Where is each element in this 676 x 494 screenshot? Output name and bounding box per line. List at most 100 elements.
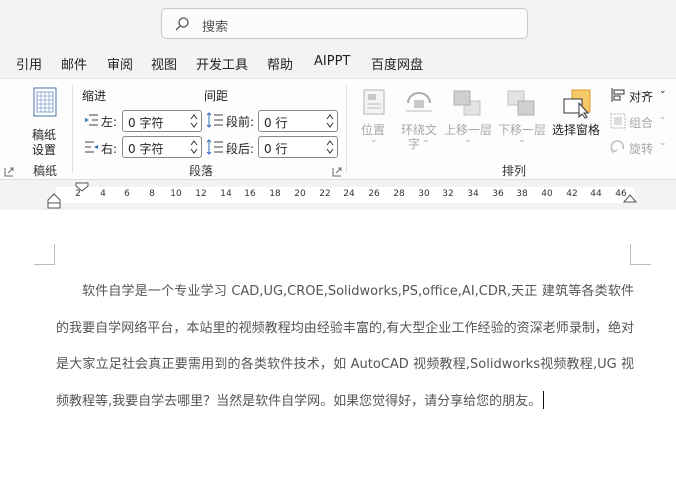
chevron-down-icon: ⌄ — [659, 112, 667, 122]
tab-baidu-netdisk[interactable]: 百度网盘 — [371, 54, 423, 73]
indent-right-icon — [85, 141, 98, 153]
tab-aippt[interactable]: AIPPT — [314, 54, 350, 69]
wrap-text-icon — [406, 92, 432, 112]
paragraph-group-label: 段落 — [189, 164, 214, 178]
horizontal-ruler[interactable]: 2 4 6 8 10 12 14 16 18 20 22 24 26 28 30… — [0, 180, 676, 210]
rotate-label: 旋转 — [629, 142, 654, 156]
ruler-tick: 20 — [294, 189, 306, 199]
group-icon — [610, 113, 626, 129]
document-text: 软件自学是一个专业学习 CAD,UG,CROE,Solidworks,PS,of… — [56, 284, 634, 409]
position-icon — [363, 89, 385, 115]
spacing-after-field[interactable]: 0 行 — [258, 136, 338, 158]
indent-left-icon — [85, 114, 98, 126]
tab-help[interactable]: 帮助 — [267, 54, 293, 73]
group-objects-button[interactable]: 组合 ⌄ — [608, 111, 670, 131]
align-label: 对齐 — [629, 90, 654, 104]
ruler-tick: 6 — [124, 189, 130, 199]
ruler-tick: 8 — [149, 189, 155, 199]
ruler-tick: 26 — [368, 189, 380, 199]
indent-left-value: 0 字符 — [128, 116, 164, 130]
paper-dialog-launcher-icon[interactable] — [4, 167, 14, 177]
ruler-tick: 40 — [541, 189, 553, 199]
indent-right-field[interactable]: 0 字符 — [122, 136, 202, 158]
spinner-arrows-icon[interactable] — [326, 138, 334, 156]
paper-setup-button[interactable]: 稿纸 设置 — [26, 85, 66, 157]
ribbon: 稿纸 设置 稿纸 缩进 间距 左: 0 字符 右: 0 字符 段前: 0 行 段… — [0, 78, 676, 180]
chevron-down-icon: ⌄ — [370, 135, 378, 145]
wrap-text-button[interactable]: 环绕文 字 ⌄ — [398, 87, 440, 151]
tab-references[interactable]: 引用 — [16, 54, 42, 73]
ruler-tick: 42 — [566, 189, 578, 199]
rotate-icon — [610, 140, 625, 153]
ruler-tick: 34 — [467, 189, 479, 199]
bring-forward-icon — [453, 90, 481, 116]
position-button[interactable]: 位置 ⌄ — [358, 87, 392, 149]
ruler-tick: 38 — [516, 189, 528, 199]
ruler-tick: 18 — [269, 189, 281, 199]
ruler-tick: 46 — [615, 189, 627, 199]
spacing-after-icon — [206, 139, 223, 155]
ruler-tick: 14 — [220, 189, 232, 199]
text-caret — [543, 390, 545, 409]
indent-right-value: 0 字符 — [128, 142, 164, 156]
spacing-before-icon — [206, 112, 223, 128]
ruler-tick: 32 — [442, 189, 454, 199]
ruler-tick: 22 — [319, 189, 331, 199]
selection-pane-button[interactable]: 选择窗格 — [550, 87, 604, 139]
spacing-header: 间距 — [204, 89, 229, 103]
wrap-text-label-2: 字 — [408, 137, 421, 151]
ruler-tick: 2 — [75, 189, 81, 199]
bring-forward-button[interactable]: 上移一层 ⌄ — [442, 87, 494, 149]
indent-left-label: 左: — [101, 115, 118, 129]
crop-mark-top-right — [630, 244, 651, 265]
ruler-tick: 12 — [195, 189, 207, 199]
spinner-arrows-icon[interactable] — [190, 138, 198, 156]
left-indent-marker-icon[interactable] — [47, 193, 61, 209]
paper-setup-label-2: 设置 — [32, 143, 57, 157]
document-page[interactable]: 软件自学是一个专业学习 CAD,UG,CROE,Solidworks,PS,of… — [0, 210, 676, 494]
tab-review[interactable]: 审阅 — [107, 54, 133, 73]
spinner-arrows-icon[interactable] — [190, 112, 198, 130]
spacing-after-value: 0 行 — [264, 142, 288, 156]
chevron-down-icon: ⌄ — [659, 86, 667, 96]
chevron-down-icon: ⌄ — [422, 135, 430, 145]
indent-left-field[interactable]: 0 字符 — [122, 110, 202, 132]
ruler-tick: 24 — [343, 189, 355, 199]
ruler-tick: 28 — [393, 189, 405, 199]
ruler-tick: 36 — [492, 189, 504, 199]
document-paragraph[interactable]: 软件自学是一个专业学习 CAD,UG,CROE,Solidworks,PS,of… — [56, 274, 634, 420]
separator — [72, 85, 73, 173]
selection-pane-icon — [563, 89, 591, 119]
spacing-after-label: 段后: — [226, 142, 255, 156]
send-backward-icon — [507, 90, 535, 116]
ruler-tick: 4 — [100, 189, 106, 199]
paragraph-dialog-launcher-icon[interactable] — [332, 167, 342, 177]
tab-view[interactable]: 视图 — [151, 54, 177, 73]
rotate-button[interactable]: 旋转 ⌄ — [608, 137, 670, 157]
spinner-arrows-icon[interactable] — [326, 112, 334, 130]
chevron-down-icon: ⌄ — [518, 135, 526, 145]
align-icon — [611, 88, 625, 102]
ribbon-tabs: 引用 邮件 审阅 视图 开发工具 帮助 AIPPT 百度网盘 — [0, 50, 676, 76]
search-box[interactable]: 搜索 — [161, 8, 528, 39]
ruler-tick: 10 — [170, 189, 182, 199]
chevron-down-icon: ⌄ — [659, 138, 667, 148]
spacing-before-field[interactable]: 0 行 — [258, 110, 338, 132]
tab-developer[interactable]: 开发工具 — [196, 54, 248, 73]
separator — [346, 85, 347, 173]
indent-header: 缩进 — [82, 89, 107, 103]
ruler-tick: 30 — [418, 189, 430, 199]
ruler-tick: 16 — [244, 189, 256, 199]
selection-pane-label: 选择窗格 — [552, 123, 601, 137]
search-placeholder: 搜索 — [202, 20, 229, 35]
tab-mailings[interactable]: 邮件 — [61, 54, 87, 73]
search-icon — [175, 17, 189, 31]
align-button[interactable]: 对齐 ⌄ — [608, 85, 670, 105]
crop-mark-top-left — [34, 244, 55, 265]
title-bar: 搜索 — [0, 0, 676, 48]
indent-right-label: 右: — [101, 142, 118, 156]
spacing-before-value: 0 行 — [264, 116, 288, 130]
paper-setup-icon — [33, 87, 57, 117]
send-backward-button[interactable]: 下移一层 ⌄ — [496, 87, 548, 149]
group-label: 组合 — [629, 116, 654, 130]
